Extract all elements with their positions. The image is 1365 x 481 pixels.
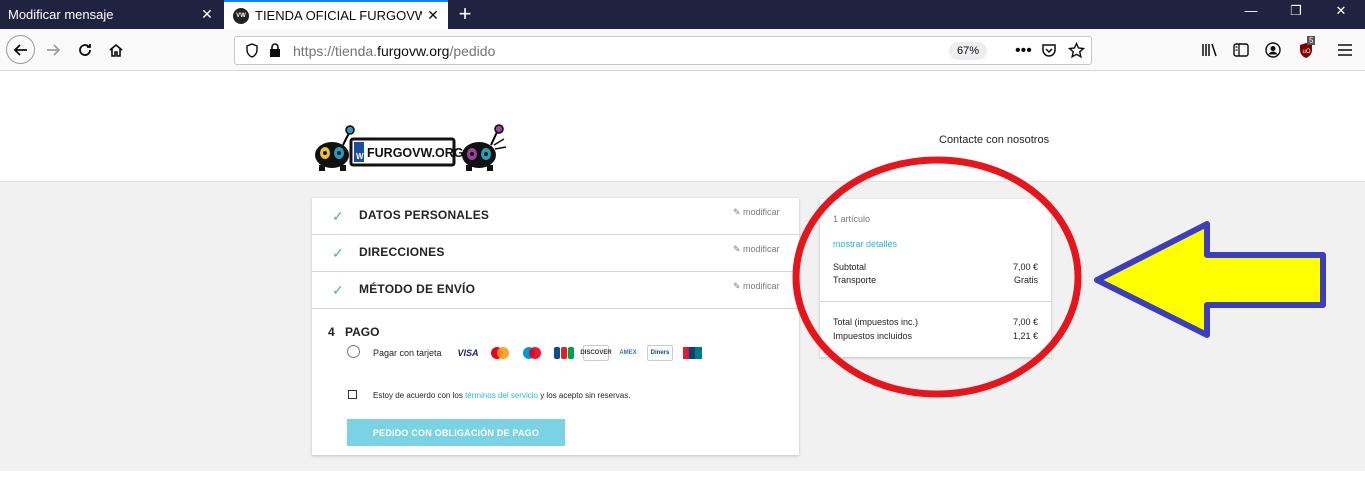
- subtotal-row: Subtotal 7,00 €: [833, 262, 1038, 272]
- check-icon: ✓: [332, 245, 344, 261]
- show-details-link[interactable]: mostrar detalles: [833, 239, 897, 249]
- mastercard-icon: [487, 345, 513, 361]
- lock-icon[interactable]: [269, 43, 281, 63]
- payment-step-title: PAGO: [345, 325, 380, 339]
- check-icon: ✓: [332, 208, 344, 224]
- sidebar-icon[interactable]: [1228, 37, 1254, 63]
- tab-modificar-mensaje[interactable]: Modificar mensaje ✕: [0, 0, 222, 29]
- payment-step-number: 4: [328, 325, 335, 339]
- addon-badge: 5: [1307, 36, 1316, 45]
- nav-bar: https://tienda.furgovw.org/pedido 67% ••…: [0, 29, 1365, 71]
- library-icon[interactable]: [1197, 37, 1223, 63]
- menu-icon[interactable]: [1332, 37, 1358, 63]
- shipping-row: Transporte Gratis: [833, 275, 1038, 285]
- tab-bar: Modificar mensaje ✕ VW TIENDA OFICIAL FU…: [0, 0, 1365, 29]
- pocket-icon[interactable]: [1041, 43, 1057, 63]
- back-icon[interactable]: [6, 35, 35, 64]
- close-tab-icon[interactable]: ✕: [196, 6, 218, 23]
- reload-icon[interactable]: [72, 37, 98, 63]
- page-content: W FURGOVW.ORG Contacte con nosotros ✓ DA…: [0, 71, 1365, 481]
- pay-by-card-label[interactable]: Pagar con tarjeta: [373, 348, 442, 358]
- edit-link[interactable]: ✎ modificar: [733, 207, 780, 218]
- checkout-steps: ✓ DATOS PERSONALES ✎ modificar ✓ DIRECCI…: [312, 198, 799, 455]
- tab-title: Modificar mensaje: [8, 7, 114, 22]
- furgovw-logo[interactable]: W FURGOVW.ORG: [311, 123, 511, 175]
- minimize-button[interactable]: —: [1236, 3, 1266, 18]
- star-icon[interactable]: [1067, 41, 1086, 64]
- terms-checkbox[interactable]: [348, 390, 357, 399]
- step-shipping-method[interactable]: ✓ MÉTODO DE ENVÍO ✎ modificar: [312, 272, 799, 309]
- visa-icon: VISA: [457, 348, 479, 358]
- logo-text: FURGOVW.ORG: [367, 146, 464, 160]
- url-text[interactable]: https://tienda.furgovw.org/pedido: [293, 43, 495, 59]
- forward-icon[interactable]: [40, 37, 66, 63]
- close-window-button[interactable]: ✕: [1326, 3, 1356, 19]
- step-personal-data[interactable]: ✓ DATOS PERSONALES ✎ modificar: [312, 198, 799, 235]
- close-tab-icon[interactable]: ✕: [422, 7, 444, 24]
- edit-link[interactable]: ✎ modificar: [733, 244, 780, 255]
- diners-icon: Diners: [647, 345, 673, 361]
- svg-text:uO: uO: [1303, 49, 1311, 55]
- taxes-row: Impuestos incluidos 1,21 €: [833, 331, 1038, 341]
- step-label: DIRECCIONES: [359, 245, 445, 259]
- step-addresses[interactable]: ✓ DIRECCIONES ✎ modificar: [312, 235, 799, 272]
- account-icon[interactable]: [1260, 37, 1286, 63]
- amex-icon: AMEX: [619, 350, 637, 356]
- tab-title: TIENDA OFICIAL FURGOVW.OR: [255, 8, 422, 23]
- item-count: 1 artículo: [833, 214, 871, 224]
- restore-button[interactable]: ❐: [1281, 3, 1311, 19]
- pay-by-card-radio[interactable]: [347, 345, 360, 358]
- step-label: MÉTODO DE ENVÍO: [359, 282, 476, 296]
- check-icon: ✓: [332, 282, 344, 298]
- url-bar[interactable]: https://tienda.furgovw.org/pedido 67% ••…: [234, 36, 1092, 65]
- summary-divider: [820, 301, 1051, 302]
- terms-text: Estoy de acuerdo con los términos del se…: [373, 391, 631, 400]
- terms-link[interactable]: términos del servicio: [465, 391, 538, 400]
- home-icon[interactable]: [103, 37, 129, 63]
- shield-icon[interactable]: [245, 43, 259, 63]
- tab-tienda[interactable]: VW TIENDA OFICIAL FURGOVW.OR ✕: [224, 0, 448, 29]
- edit-link[interactable]: ✎ modificar: [733, 281, 780, 292]
- discover-icon: DISCOVER: [580, 345, 612, 361]
- unionpay-icon: [679, 345, 705, 361]
- card-logos: VISA DISCOVER AMEX Diners: [455, 345, 705, 361]
- step-label: DATOS PERSONALES: [359, 208, 490, 222]
- furgovw-favicon-icon: VW: [233, 7, 249, 24]
- contact-link[interactable]: Contacte con nosotros: [939, 134, 1049, 146]
- total-row: Total (impuestos inc.) 7,00 €: [833, 317, 1038, 327]
- more-icon[interactable]: •••: [1015, 42, 1032, 60]
- new-tab-button[interactable]: +: [454, 2, 476, 26]
- jcb-icon: [551, 345, 577, 361]
- logo-badge: W: [356, 152, 364, 161]
- zoom-level[interactable]: 67%: [949, 42, 988, 60]
- order-summary: 1 artículo mostrar detalles Subtotal 7,00…: [820, 199, 1051, 357]
- place-order-button[interactable]: PEDIDO CON OBLIGACIÓN DE PAGO: [347, 419, 565, 446]
- maestro-icon: [519, 345, 545, 361]
